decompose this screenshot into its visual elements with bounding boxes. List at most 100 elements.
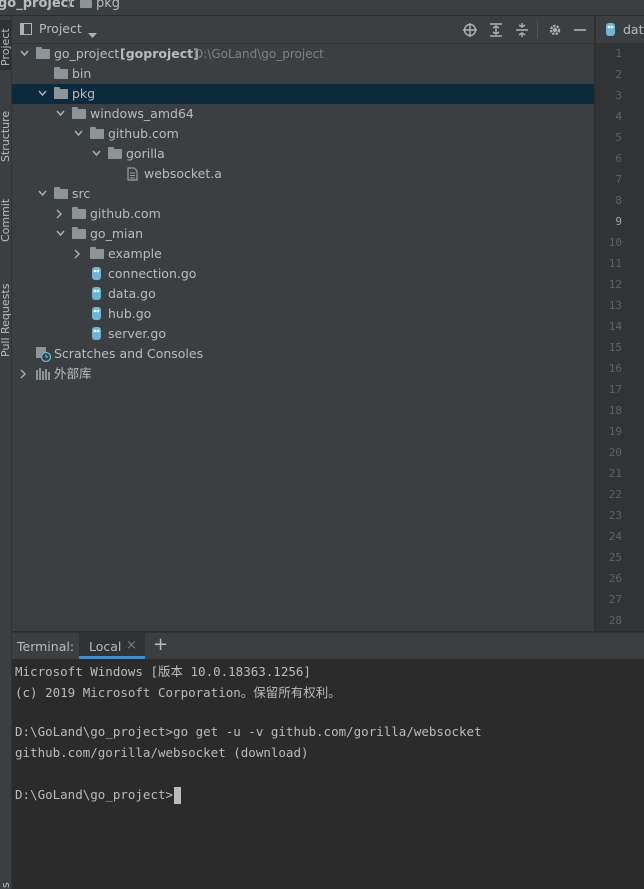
tree-row-scratches[interactable]: Scratches and Consoles [12, 344, 594, 364]
gear-icon[interactable] [547, 22, 563, 38]
breadcrumb-project[interactable]: go_project [0, 0, 75, 11]
tree-row-bin[interactable]: bin [12, 64, 594, 84]
header-divider [537, 21, 538, 38]
tree-row-pkg[interactable]: pkg [12, 84, 594, 104]
tree-row-server-go[interactable]: server.go [12, 324, 594, 344]
terminal-tab-label: Local [89, 639, 122, 654]
tree-row-websocket-a[interactable]: websocket.a [12, 164, 594, 184]
tree-row-go-mian[interactable]: go_mian [12, 224, 594, 244]
chevron-right-icon[interactable] [56, 209, 63, 219]
folder-icon [72, 227, 86, 239]
tree-label: go_project [54, 46, 120, 61]
tree-row-github-com[interactable]: github.com [12, 124, 594, 144]
breadcrumb-folder[interactable]: pkg [96, 0, 120, 11]
locate-icon[interactable] [462, 22, 478, 38]
terminal-tab-bar: Terminal: Local × + [12, 632, 644, 660]
tree-label: example [108, 246, 162, 261]
breadcrumb-separator: / [68, 0, 73, 11]
chevron-right-icon[interactable] [20, 369, 27, 379]
minimize-icon[interactable] [572, 22, 588, 38]
terminal-line: github.com/gorilla/websocket (download) [15, 745, 309, 760]
tree-row-external-libraries[interactable]: 外部库 [12, 364, 594, 384]
project-panel: Project go_project [goproject] D:\GoLand… [12, 16, 594, 631]
folder-icon [108, 147, 122, 159]
chevron-down-icon[interactable] [56, 110, 65, 117]
tree-row-hub-go[interactable]: hub.go [12, 304, 594, 324]
tree-label: windows_amd64 [90, 106, 194, 121]
editor-tab-data-go[interactable]: data [596, 16, 644, 43]
terminal-line: (c) 2019 Microsoft Corporation。保留所有权利。 [15, 685, 341, 700]
tree-row-data-go[interactable]: data.go [12, 284, 594, 304]
line-number: 11 [608, 257, 622, 270]
chevron-down-icon[interactable] [38, 90, 47, 97]
folder-icon [54, 187, 68, 199]
tree-label: go_mian [90, 226, 144, 241]
tree-row-gorilla[interactable]: gorilla [12, 144, 594, 164]
line-number: 1 [615, 47, 622, 60]
line-number: 28 [608, 614, 622, 627]
tree-label: bin [72, 66, 92, 81]
line-number: 20 [608, 446, 622, 459]
tool-tab-commit[interactable]: Commit [0, 184, 12, 244]
chevron-right-icon[interactable] [74, 249, 81, 259]
tool-tab-pull-requests[interactable]: Pull Requests [0, 261, 12, 361]
chevron-down-icon[interactable] [74, 130, 83, 137]
editor-gutter: 1 2 3 4 5 6 7 8 9 10 11 12 13 14 15 16 17 18 19 20 21 22 23 24 2… [595, 44, 644, 648]
terminal-output[interactable]: Microsoft Windows [版本 10.0.18363.1256] (… [12, 659, 644, 889]
line-number: 14 [608, 320, 622, 333]
tree-row-src-github-com[interactable]: github.com [12, 204, 594, 224]
line-number: 23 [608, 509, 622, 522]
tree-label: github.com [90, 206, 161, 221]
line-number: 5 [615, 131, 622, 144]
line-number: 15 [608, 341, 622, 354]
tree-label: gorilla [126, 146, 165, 161]
go-file-icon [91, 266, 102, 281]
folder-icon [80, 0, 92, 8]
line-number: 18 [608, 404, 622, 417]
tree-label: github.com [108, 126, 179, 141]
tree-row-example[interactable]: example [12, 244, 594, 264]
line-number: 26 [608, 572, 622, 585]
breadcrumb: go_project / pkg [0, 0, 644, 16]
go-file-icon [91, 286, 102, 301]
project-view-title[interactable]: Project [39, 21, 82, 36]
close-icon[interactable]: × [126, 638, 137, 653]
go-file-icon [91, 326, 102, 341]
chevron-down-icon[interactable] [88, 27, 97, 42]
tool-tab-project[interactable]: Project [0, 20, 12, 70]
chevron-down-icon[interactable] [92, 150, 101, 157]
line-number: 12 [608, 278, 622, 291]
chevron-down-icon[interactable] [20, 50, 29, 57]
tree-label-path: D:\GoLand\go_project [194, 47, 324, 61]
folder-icon [72, 107, 86, 119]
line-number: 8 [615, 194, 622, 207]
tree-label: server.go [108, 326, 166, 341]
terminal-line: D:\GoLand\go_project>go get -u -v github… [15, 724, 482, 739]
add-terminal-button[interactable]: + [153, 634, 168, 655]
tree-row-go-project[interactable]: go_project [goproject] D:\GoLand\go_proj… [12, 44, 594, 64]
expand-all-icon[interactable] [488, 22, 504, 38]
chevron-down-icon[interactable] [38, 190, 47, 197]
line-number: 24 [608, 530, 622, 543]
tree-row-connection-go[interactable]: connection.go [12, 264, 594, 284]
go-file-icon [605, 22, 616, 37]
line-number: 4 [615, 110, 622, 123]
tree-row-src[interactable]: src [12, 184, 594, 204]
tool-tab-bottom[interactable]: s [0, 874, 12, 889]
folder-icon [54, 67, 68, 79]
tree-label: data.go [108, 286, 156, 301]
library-icon [36, 367, 50, 381]
collapse-all-icon[interactable] [514, 22, 530, 38]
line-number: 7 [615, 173, 622, 186]
folder-icon [90, 247, 104, 259]
tool-tab-structure[interactable]: Structure [0, 94, 12, 164]
chevron-down-icon[interactable] [56, 230, 65, 237]
line-number: 3 [615, 89, 622, 102]
project-view-icon [20, 23, 32, 35]
folder-icon [72, 207, 86, 219]
line-number: 2 [615, 68, 622, 81]
tree-row-windows-amd64[interactable]: windows_amd64 [12, 104, 594, 124]
terminal-line: Microsoft Windows [版本 10.0.18363.1256] [15, 664, 311, 679]
line-number: 21 [608, 467, 622, 480]
terminal-tab-local[interactable]: Local × [79, 633, 145, 659]
